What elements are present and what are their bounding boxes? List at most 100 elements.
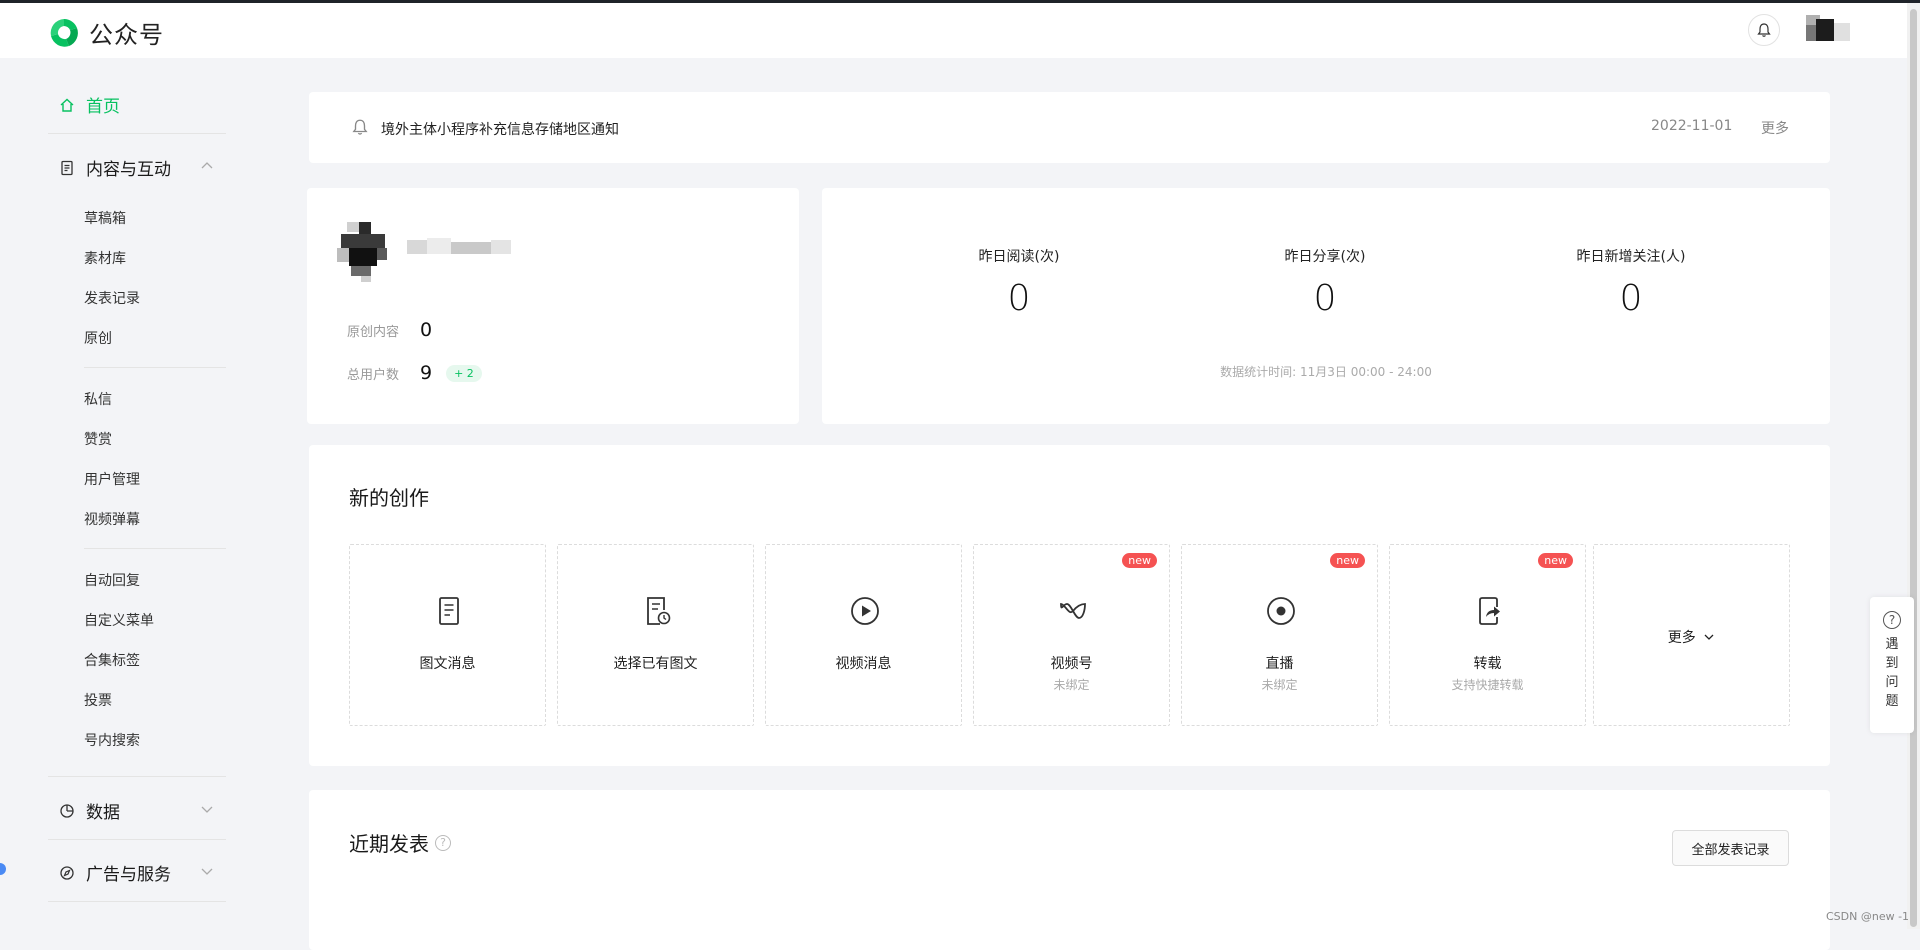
sidebar-item-home-label: 首页 bbox=[86, 97, 120, 117]
sidebar-item-messages[interactable]: 私信 bbox=[84, 389, 112, 409]
sidebar-divider bbox=[48, 776, 226, 777]
create-tile-label: 图文消息 bbox=[419, 656, 476, 672]
bell-icon bbox=[1757, 23, 1771, 37]
notifications-button[interactable] bbox=[1748, 14, 1780, 46]
brand[interactable]: 公众号 bbox=[47, 15, 164, 50]
all-publish-records-button[interactable]: 全部发表记录 bbox=[1672, 830, 1789, 866]
top-header: 公众号 bbox=[0, 3, 1920, 58]
chevron-down-icon[interactable] bbox=[200, 802, 214, 816]
create-tile-label: 视频消息 bbox=[835, 656, 892, 672]
repost-icon bbox=[1479, 597, 1500, 625]
new-badge: new bbox=[1122, 553, 1157, 568]
sidebar-item-vote[interactable]: 投票 bbox=[84, 690, 112, 710]
stats-card: 昨日阅读(次) 0 昨日分享(次) 0 昨日新增关注(人) 0 数据统计时间: … bbox=[822, 188, 1830, 424]
help-icon: ? bbox=[1883, 611, 1901, 629]
sidebar-group-ads[interactable]: 广告与服务 bbox=[58, 860, 171, 885]
sidebar-divider bbox=[84, 367, 226, 368]
create-tile-article[interactable]: 图文消息 bbox=[349, 544, 546, 726]
stats-footnote: 数据统计时间: 11月3日 00:00 - 24:00 bbox=[1220, 365, 1432, 379]
create-tile-sub: 未绑定 bbox=[1261, 678, 1298, 692]
create-tile-sub: 未绑定 bbox=[1053, 678, 1090, 692]
pie-chart-icon bbox=[58, 802, 76, 820]
chevron-down-icon[interactable] bbox=[200, 864, 214, 878]
sidebar-divider bbox=[48, 901, 226, 902]
create-more-button[interactable]: 更多 bbox=[1594, 627, 1789, 647]
create-tile-label: 选择已有图文 bbox=[613, 656, 698, 672]
help-icon[interactable]: ? bbox=[435, 834, 451, 851]
recent-posts-card: 近期发表 ? 全部发表记录 bbox=[309, 790, 1830, 950]
chevron-up-icon[interactable] bbox=[200, 159, 214, 173]
stat-read-value: 0 bbox=[1007, 278, 1031, 319]
sidebar-item-custom-menu[interactable]: 自定义菜单 bbox=[84, 610, 154, 630]
stat-new-followers[interactable]: 昨日新增关注(人) 0 bbox=[1531, 246, 1731, 319]
document-clock-icon bbox=[647, 597, 671, 625]
sidebar-item-collection-tags[interactable]: 合集标签 bbox=[84, 650, 140, 670]
sidebar-group-content[interactable]: 内容与互动 bbox=[58, 155, 171, 180]
sidebar-item-publish-records[interactable]: 发表记录 bbox=[84, 288, 140, 308]
new-badge: new bbox=[1330, 553, 1365, 568]
create-tile-sub: 支持快捷转载 bbox=[1451, 678, 1524, 692]
create-tile-repost[interactable]: new 转载 支持快捷转载 bbox=[1389, 544, 1586, 726]
total-users-value[interactable]: 9 bbox=[420, 362, 432, 384]
sidebar-item-original[interactable]: 原创 bbox=[84, 328, 112, 348]
document-icon bbox=[439, 597, 459, 625]
compass-icon bbox=[58, 864, 76, 882]
create-tile-more[interactable]: 更多 bbox=[1593, 544, 1790, 726]
sidebar-item-home[interactable]: 首页 bbox=[58, 92, 120, 117]
create-tile-label: 直播 bbox=[1265, 656, 1294, 672]
sidebar-item-video-danmaku[interactable]: 视频弹幕 bbox=[84, 509, 140, 529]
play-icon bbox=[851, 597, 879, 625]
create-tile-channels[interactable]: new 视频号 未绑定 bbox=[973, 544, 1170, 726]
recent-posts-title-row: 近期发表 ? bbox=[349, 828, 451, 857]
sidebar-group-data[interactable]: 数据 bbox=[58, 798, 120, 823]
sidebar-item-auto-reply[interactable]: 自动回复 bbox=[84, 570, 140, 590]
sidebar-item-materials[interactable]: 素材库 bbox=[84, 248, 126, 268]
stat-share-value: 0 bbox=[1313, 278, 1337, 319]
create-more-label: 更多 bbox=[1667, 630, 1696, 646]
account-card: 原创内容 0 总用户数 9 + 2 bbox=[307, 188, 799, 424]
channels-icon bbox=[1060, 603, 1086, 619]
sidebar-item-in-account-search[interactable]: 号内搜索 bbox=[84, 730, 140, 750]
create-tile-live[interactable]: new 直播 未绑定 bbox=[1181, 544, 1378, 726]
sidebar-group-content-label: 内容与互动 bbox=[86, 160, 171, 180]
account-name-blurred bbox=[407, 238, 511, 256]
home-icon bbox=[58, 96, 76, 114]
stat-share-label: 昨日分享(次) bbox=[1284, 249, 1366, 265]
notice-more-link[interactable]: 更多 bbox=[1761, 118, 1789, 138]
create-tile-video[interactable]: 视频消息 bbox=[765, 544, 962, 726]
sidebar-item-drafts[interactable]: 草稿箱 bbox=[84, 208, 126, 228]
sidebar-group-ads-label: 广告与服务 bbox=[86, 865, 171, 885]
sidebar-divider bbox=[48, 839, 226, 840]
sidebar-divider bbox=[48, 133, 226, 134]
watermark: CSDN @new -1 bbox=[1826, 910, 1910, 923]
stat-share[interactable]: 昨日分享(次) 0 bbox=[1225, 246, 1425, 319]
scrollbar-thumb[interactable] bbox=[1910, 9, 1917, 927]
bell-icon bbox=[352, 119, 368, 135]
create-tile-label: 转载 bbox=[1473, 656, 1502, 672]
stat-new-followers-value: 0 bbox=[1619, 278, 1643, 319]
sidebar-item-rewards[interactable]: 赞赏 bbox=[84, 429, 112, 449]
wechat-official-logo-icon bbox=[50, 18, 78, 47]
sidebar-divider bbox=[84, 548, 226, 549]
sidebar-item-user-management[interactable]: 用户管理 bbox=[84, 469, 140, 489]
notice-link[interactable]: 境外主体小程序补充信息存储地区通知 bbox=[381, 119, 619, 139]
total-users-row: 总用户数 9 + 2 bbox=[347, 362, 482, 384]
document-icon bbox=[58, 159, 76, 177]
original-content-row: 原创内容 0 bbox=[347, 319, 432, 341]
sidebar-group-data-label: 数据 bbox=[86, 803, 120, 823]
sidebar: 首页 内容与互动 草稿箱 素材库 发表记录 原创 私信 赞赏 用户管理 视频弹幕… bbox=[0, 58, 260, 929]
stat-read-label: 昨日阅读(次) bbox=[978, 249, 1060, 265]
total-users-label: 总用户数 bbox=[347, 367, 400, 383]
original-content-value[interactable]: 0 bbox=[420, 319, 432, 341]
create-tile-existing-article[interactable]: 选择已有图文 bbox=[557, 544, 754, 726]
stat-read[interactable]: 昨日阅读(次) 0 bbox=[919, 246, 1119, 319]
page-scrollbar[interactable] bbox=[1907, 3, 1920, 929]
new-badge: new bbox=[1538, 553, 1573, 568]
brand-name: 公众号 bbox=[89, 21, 164, 49]
account-avatar[interactable] bbox=[337, 222, 405, 282]
floating-help-button[interactable]: ? 遇到问题 bbox=[1870, 597, 1914, 733]
notice-bar: 境外主体小程序补充信息存储地区通知 2022-11-01 更多 bbox=[309, 92, 1830, 163]
new-creation-card: 新的创作 图文消息 选择已有图文 视频消息 new 视频号 未绑定 new 直播… bbox=[309, 445, 1830, 766]
user-avatar[interactable] bbox=[1802, 15, 1850, 45]
notification-dot bbox=[0, 863, 6, 875]
